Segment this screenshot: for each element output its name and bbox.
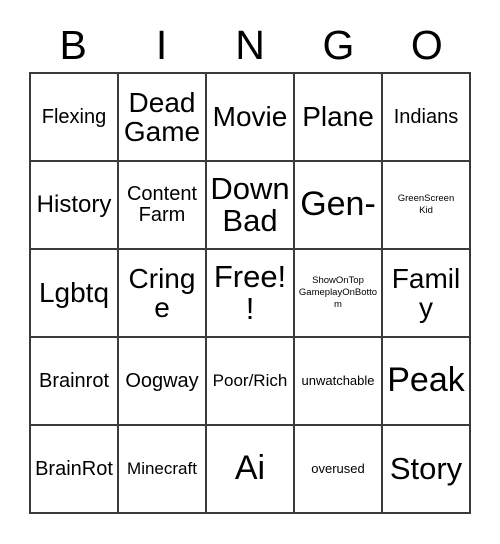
bingo-cell-b1[interactable]: Flexing xyxy=(31,74,119,162)
bingo-cell-label: unwatchable xyxy=(301,372,375,388)
bingo-cell-b2[interactable]: History xyxy=(31,162,119,250)
bingo-cell-label: Cringe xyxy=(128,262,196,323)
bingo-cell-g3[interactable]: ShowOnTop GameplayOnBottom xyxy=(295,250,383,338)
bingo-cell-n5[interactable]: Ai xyxy=(207,426,295,514)
bingo-header-row: B I N G O xyxy=(29,18,471,72)
bingo-cell-i5[interactable]: Minecraft xyxy=(119,426,207,514)
bingo-cell-i2[interactable]: Content Farm xyxy=(119,162,207,250)
bingo-header-letter-n: N xyxy=(235,21,265,68)
bingo-header-letter-o: O xyxy=(410,21,443,68)
bingo-cell-i1[interactable]: Dead Game xyxy=(119,74,207,162)
bingo-cell-b5[interactable]: BrainRot xyxy=(31,426,119,514)
bingo-cell-free-space[interactable]: Free!! xyxy=(207,250,295,338)
bingo-header-letter-b: B xyxy=(59,21,87,68)
bingo-cell-label: Minecraft xyxy=(127,459,197,479)
bingo-cell-o4[interactable]: Peak xyxy=(383,338,471,426)
bingo-cell-g2[interactable]: Gen- xyxy=(295,162,383,250)
bingo-cell-label: Brainrot xyxy=(38,369,110,392)
bingo-cell-n2[interactable]: Down Bad xyxy=(207,162,295,250)
bingo-cell-o1[interactable]: Indians xyxy=(383,74,471,162)
bingo-cell-o3[interactable]: Family xyxy=(383,250,471,338)
bingo-cell-label: Movie xyxy=(212,101,288,133)
bingo-row: Brainrot Oogway Poor/Rich unwatchable Pe… xyxy=(31,338,471,426)
bingo-cell-label: Plane xyxy=(302,101,374,133)
bingo-cell-g5[interactable]: overused xyxy=(295,426,383,514)
bingo-grid: Flexing Dead Game Movie Plane Indians Hi… xyxy=(29,72,471,514)
bingo-cell-label: Gen- xyxy=(300,185,376,224)
bingo-cell-i4[interactable]: Oogway xyxy=(119,338,207,426)
bingo-cell-label: Indians xyxy=(393,105,459,128)
bingo-cell-label: Down Bad xyxy=(210,170,290,238)
bingo-header-letter-g: G xyxy=(322,21,355,68)
bingo-cell-label: overused xyxy=(311,460,365,476)
bingo-cell-label: History xyxy=(36,190,112,218)
bingo-cell-g1[interactable]: Plane xyxy=(295,74,383,162)
bingo-cell-label: Poor/Rich xyxy=(212,371,288,391)
bingo-cell-label: ShowOnTop GameplayOnBottom xyxy=(298,275,378,310)
bingo-cell-o5[interactable]: Story xyxy=(383,426,471,514)
bingo-cell-i3[interactable]: Cringe xyxy=(119,250,207,338)
bingo-cell-label: Flexing xyxy=(41,105,107,128)
bingo-cell-label: Dead Game xyxy=(123,86,201,147)
bingo-cell-label: Lgbtq xyxy=(38,277,110,309)
bingo-cell-b4[interactable]: Brainrot xyxy=(31,338,119,426)
bingo-cell-label: Oogway xyxy=(125,369,199,392)
bingo-cell-label: Free!! xyxy=(213,258,287,326)
bingo-row: BrainRot Minecraft Ai overused Story xyxy=(31,426,471,514)
bingo-cell-n4[interactable]: Poor/Rich xyxy=(207,338,295,426)
bingo-row: Lgbtq Cringe Free!! ShowOnTop GameplayOn… xyxy=(31,250,471,338)
bingo-cell-label: GreenScreen Kid xyxy=(397,193,455,216)
bingo-row: Flexing Dead Game Movie Plane Indians xyxy=(31,74,471,162)
bingo-cell-label: Content Farm xyxy=(126,183,198,226)
bingo-cell-label: Story xyxy=(389,450,463,486)
bingo-cell-g4[interactable]: unwatchable xyxy=(295,338,383,426)
bingo-cell-label: Peak xyxy=(387,361,465,400)
bingo-cell-label: Ai xyxy=(234,449,266,488)
bingo-row: History Content Farm Down Bad Gen- Green… xyxy=(31,162,471,250)
bingo-cell-b3[interactable]: Lgbtq xyxy=(31,250,119,338)
bingo-card: B I N G O Flexing Dead Game Movie Plane … xyxy=(29,18,471,514)
bingo-cell-n1[interactable]: Movie xyxy=(207,74,295,162)
bingo-cell-label: Family xyxy=(391,262,461,323)
bingo-header-letter-i: I xyxy=(155,21,168,68)
bingo-cell-label: BrainRot xyxy=(35,457,113,480)
bingo-cell-o2[interactable]: GreenScreen Kid xyxy=(383,162,471,250)
